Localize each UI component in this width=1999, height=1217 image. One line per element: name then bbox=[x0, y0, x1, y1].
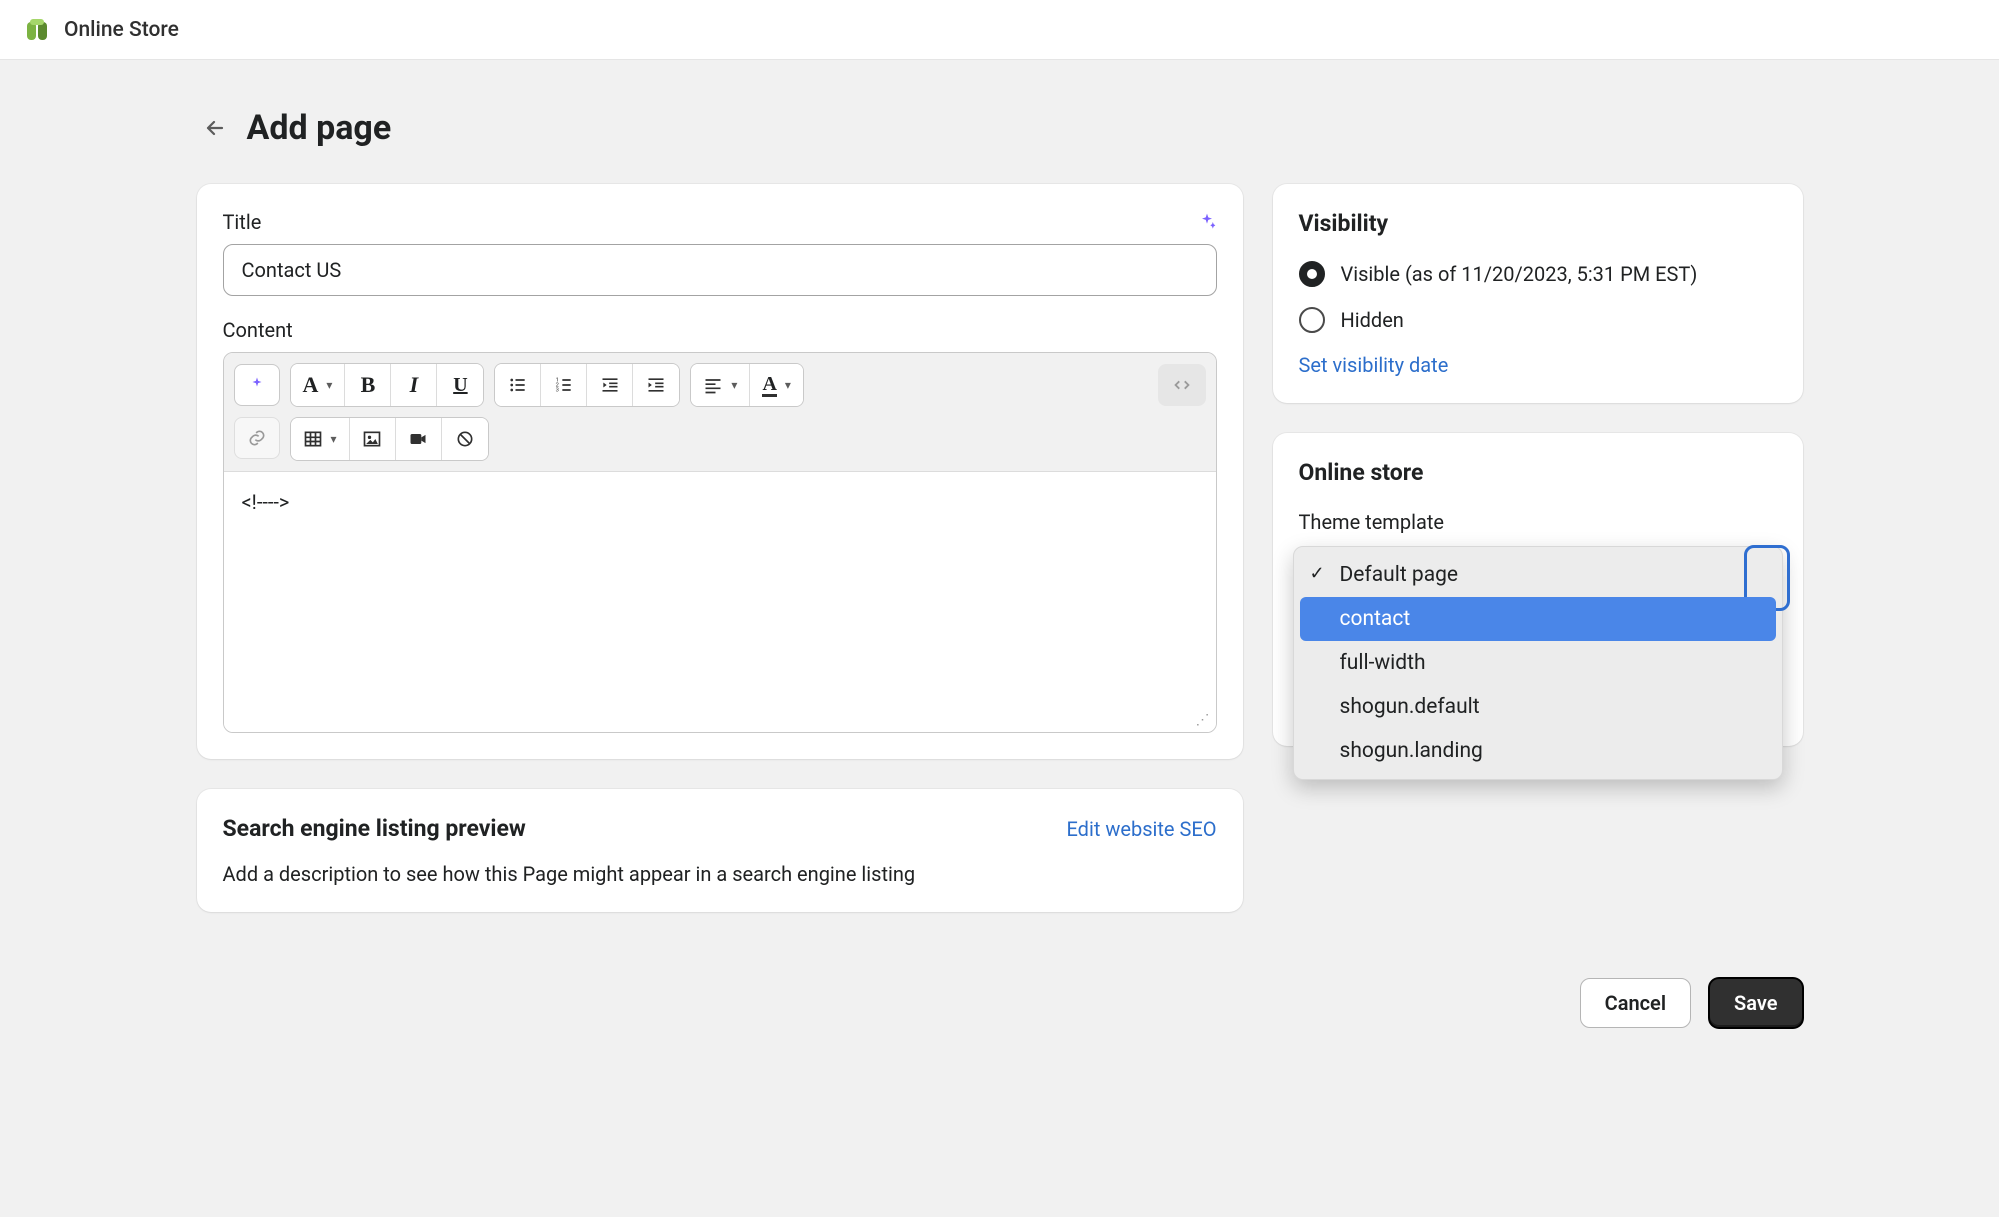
font-icon: A bbox=[303, 372, 319, 398]
online-store-title: Online store bbox=[1299, 459, 1777, 486]
underline-button[interactable]: U bbox=[437, 364, 483, 406]
radio-visible[interactable]: Visible (as of 11/20/2023, 5:31 PM EST) bbox=[1299, 261, 1777, 287]
image-button[interactable] bbox=[350, 418, 396, 460]
underline-icon: U bbox=[453, 374, 467, 397]
theme-template-dropdown: ✓ Default page contact full-width shogun… bbox=[1293, 546, 1783, 780]
ai-sparkle-icon[interactable] bbox=[1197, 212, 1217, 232]
resize-handle-icon[interactable]: ⋰ bbox=[1196, 712, 1210, 728]
italic-button[interactable]: I bbox=[391, 364, 437, 406]
radio-visible-label: Visible (as of 11/20/2023, 5:31 PM EST) bbox=[1341, 262, 1698, 286]
sparkle-icon bbox=[248, 376, 266, 394]
cancel-button[interactable]: Cancel bbox=[1580, 978, 1691, 1028]
align-left-icon bbox=[703, 375, 723, 395]
title-input[interactable] bbox=[223, 244, 1217, 296]
table-icon bbox=[303, 429, 323, 449]
template-option-default[interactable]: ✓ Default page bbox=[1300, 553, 1776, 597]
image-icon bbox=[362, 429, 382, 449]
clear-icon bbox=[455, 429, 475, 449]
radio-icon bbox=[1299, 307, 1325, 333]
indent-button[interactable] bbox=[633, 364, 679, 406]
footer-actions: Cancel Save bbox=[197, 978, 1803, 1028]
text-color-icon: A bbox=[762, 374, 776, 397]
title-label: Title bbox=[223, 210, 262, 234]
radio-icon bbox=[1299, 261, 1325, 287]
link-icon bbox=[247, 428, 267, 448]
editor-toolbar: A▾ B I U 123 bbox=[224, 353, 1216, 472]
template-option-shogun-default[interactable]: shogun.default bbox=[1300, 685, 1776, 729]
topbar-title: Online Store bbox=[64, 18, 179, 42]
back-button[interactable] bbox=[201, 114, 229, 142]
editor-textarea[interactable]: <!----> ⋰ bbox=[224, 472, 1216, 732]
italic-icon: I bbox=[410, 372, 419, 398]
video-icon bbox=[408, 429, 428, 449]
chevron-down-icon: ▾ bbox=[331, 432, 337, 446]
ai-assist-button[interactable] bbox=[234, 364, 280, 406]
option-label: contact bbox=[1340, 607, 1411, 631]
edit-seo-link[interactable]: Edit website SEO bbox=[1067, 817, 1217, 841]
option-label: Default page bbox=[1340, 563, 1459, 587]
clear-format-button[interactable] bbox=[442, 418, 488, 460]
indent-icon bbox=[646, 375, 666, 395]
seo-description: Add a description to see how this Page m… bbox=[223, 862, 1217, 886]
save-button[interactable]: Save bbox=[1709, 978, 1802, 1028]
align-dropdown[interactable]: ▾ bbox=[691, 364, 750, 406]
chevron-down-icon: ▾ bbox=[326, 378, 332, 392]
code-icon bbox=[1171, 374, 1193, 396]
table-dropdown[interactable]: ▾ bbox=[291, 418, 350, 460]
editor-content: <!----> bbox=[242, 490, 290, 514]
check-icon: ✓ bbox=[1310, 563, 1325, 584]
bold-icon: B bbox=[361, 372, 376, 398]
visibility-title: Visibility bbox=[1299, 210, 1777, 237]
text-color-dropdown[interactable]: A ▾ bbox=[750, 364, 802, 406]
content-label: Content bbox=[223, 318, 1217, 342]
online-store-card: Online store Theme template ✓ Default pa… bbox=[1273, 433, 1803, 746]
option-label: shogun.default bbox=[1340, 695, 1480, 719]
rich-text-editor: A▾ B I U 123 bbox=[223, 352, 1217, 733]
bold-button[interactable]: B bbox=[345, 364, 391, 406]
set-visibility-date-link[interactable]: Set visibility date bbox=[1299, 353, 1777, 377]
chevron-down-icon: ▾ bbox=[731, 378, 737, 392]
template-option-contact[interactable]: contact bbox=[1300, 597, 1776, 641]
outdent-icon bbox=[600, 375, 620, 395]
radio-hidden[interactable]: Hidden bbox=[1299, 307, 1777, 333]
bullet-list-button[interactable] bbox=[495, 364, 541, 406]
number-list-button[interactable]: 123 bbox=[541, 364, 587, 406]
option-label: full-width bbox=[1340, 651, 1426, 675]
theme-template-label: Theme template bbox=[1299, 510, 1777, 534]
bullet-list-icon bbox=[508, 375, 528, 395]
page-title: Add page bbox=[247, 108, 392, 148]
video-button[interactable] bbox=[396, 418, 442, 460]
svg-text:3: 3 bbox=[556, 388, 559, 394]
topbar: Online Store bbox=[0, 0, 1999, 60]
store-logo-icon bbox=[24, 17, 50, 43]
seo-title: Search engine listing preview bbox=[223, 815, 526, 842]
code-view-button[interactable] bbox=[1158, 364, 1206, 406]
format-block-dropdown[interactable]: A▾ bbox=[291, 364, 346, 406]
seo-card: Search engine listing preview Edit websi… bbox=[197, 789, 1243, 912]
arrow-left-icon bbox=[203, 116, 227, 140]
radio-hidden-label: Hidden bbox=[1341, 308, 1404, 332]
page-header: Add page bbox=[197, 108, 1803, 148]
option-label: shogun.landing bbox=[1340, 739, 1483, 763]
number-list-icon: 123 bbox=[554, 375, 574, 395]
template-option-shogun-landing[interactable]: shogun.landing bbox=[1300, 729, 1776, 773]
link-button[interactable] bbox=[234, 417, 280, 459]
chevron-down-icon: ▾ bbox=[785, 378, 791, 392]
outdent-button[interactable] bbox=[587, 364, 633, 406]
content-card: Title Content A▾ B I bbox=[197, 184, 1243, 759]
template-option-full-width[interactable]: full-width bbox=[1300, 641, 1776, 685]
visibility-card: Visibility Visible (as of 11/20/2023, 5:… bbox=[1273, 184, 1803, 403]
